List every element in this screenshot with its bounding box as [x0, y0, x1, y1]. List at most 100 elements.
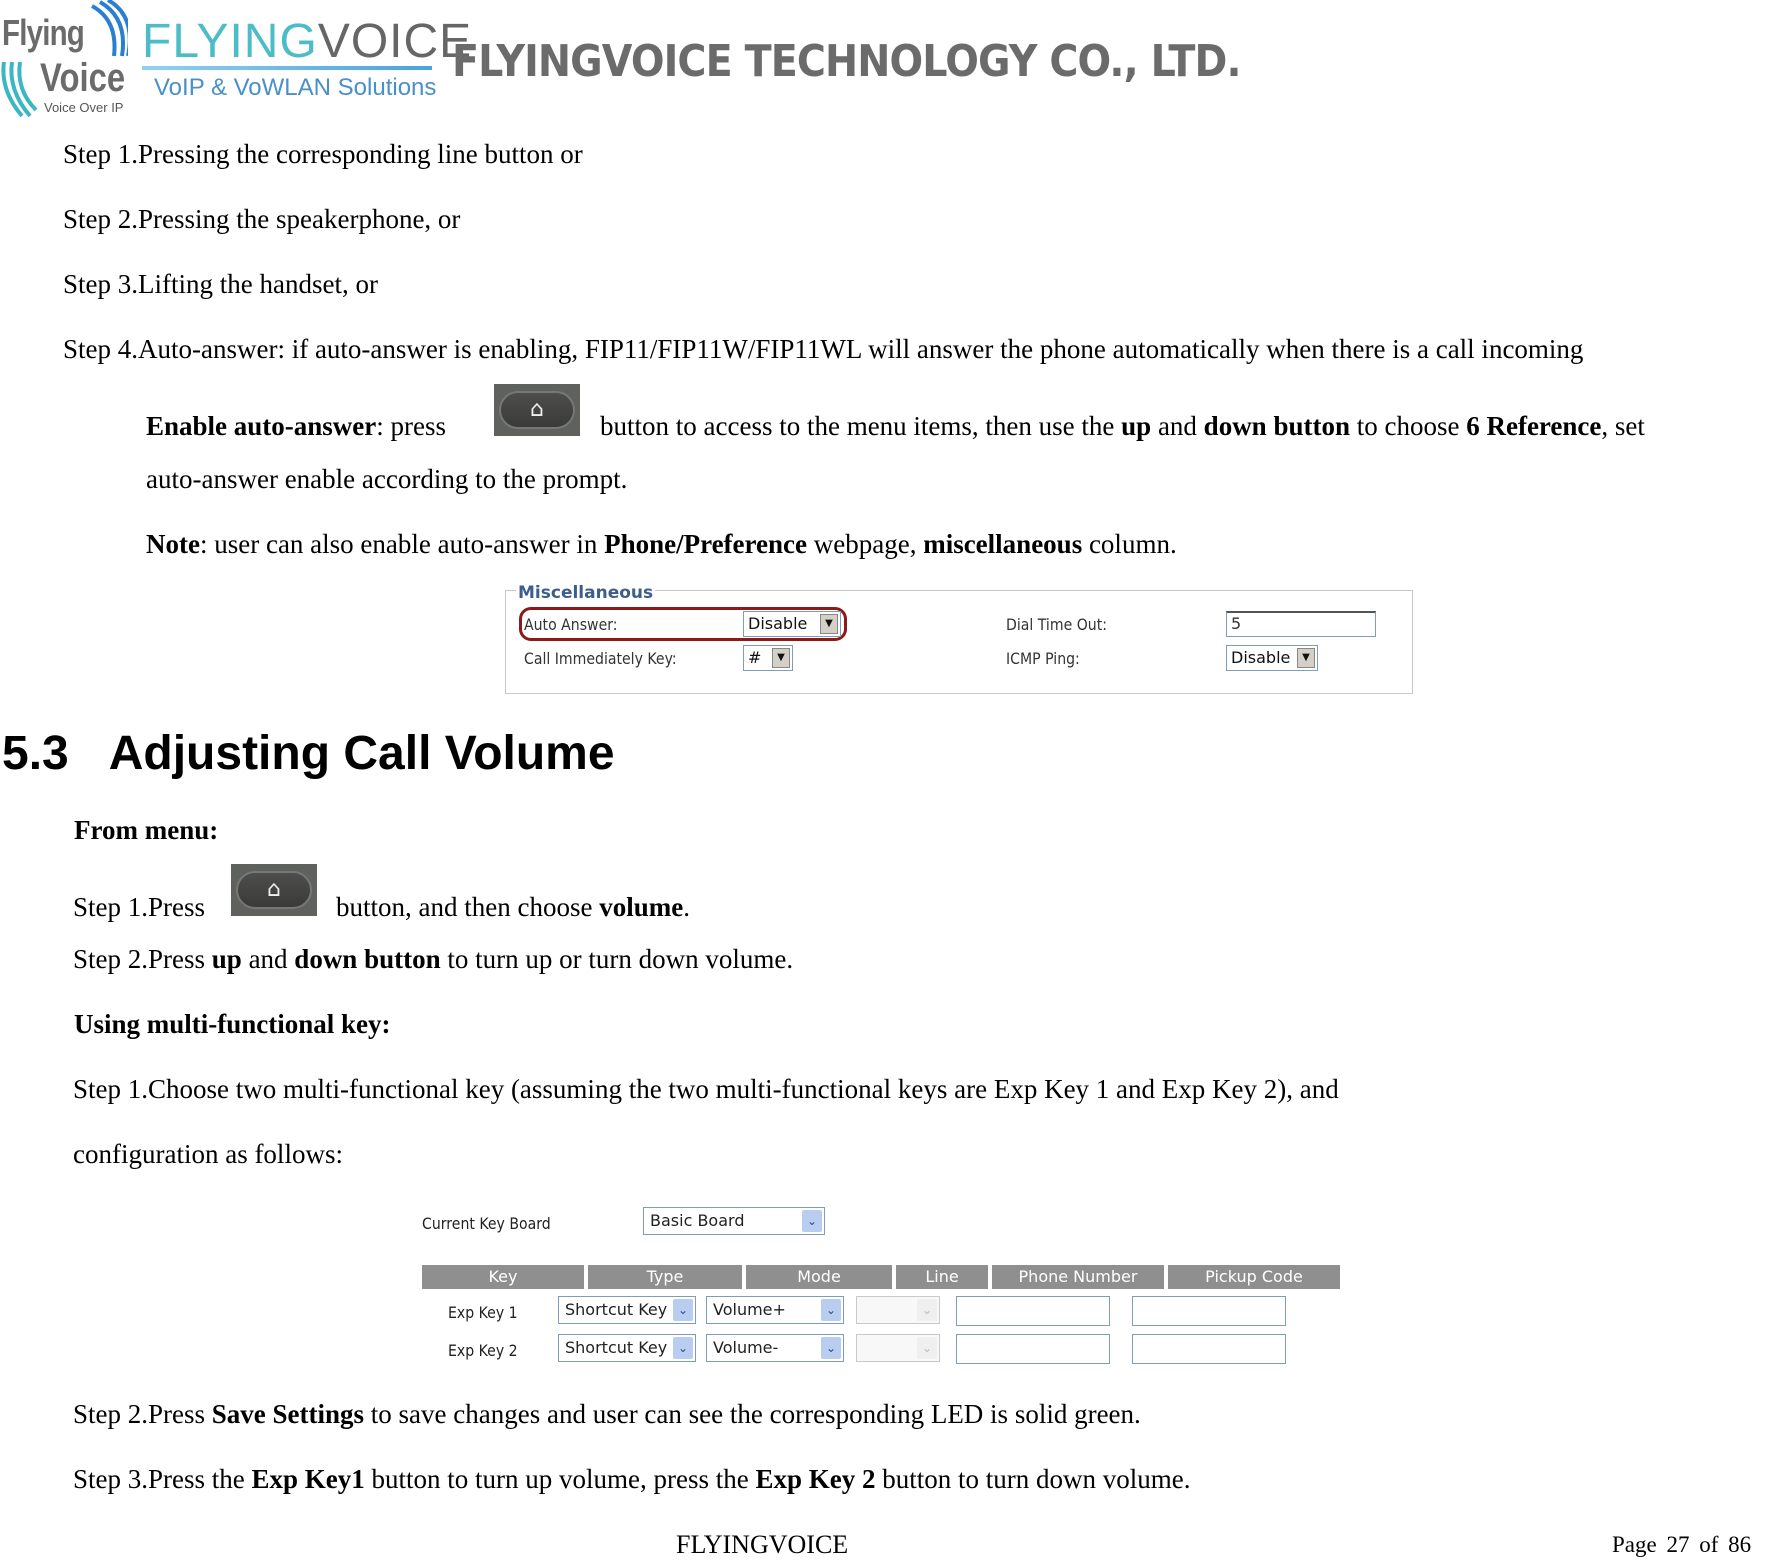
row2-type-select[interactable]: Shortcut Key ⌄ [558, 1334, 696, 1362]
section-title: Adjusting Call Volume [108, 727, 615, 780]
text: Step 2.Press [73, 944, 206, 974]
after-step-3: Step 3.Press the Exp Key1 button to turn… [73, 1463, 1190, 1495]
column-header-line: Line [896, 1265, 988, 1289]
column-header-type: Type [588, 1265, 742, 1289]
from-menu-step1-b: button, and then choose volume. [336, 891, 690, 923]
reference-keyword: 6 Reference [1466, 411, 1602, 441]
row1-type-value: Shortcut Key [565, 1300, 668, 1319]
text: : press [376, 411, 447, 441]
row2-key: Exp Key 2 [448, 1341, 518, 1360]
icmp-ping-label: ICMP Ping: [1006, 649, 1080, 668]
logo-tagline-voip: VoIP & VoWLAN Solutions [154, 74, 437, 101]
from-menu-step2: Step 2.Press up and down button to turn … [73, 943, 793, 975]
enable-auto-answer-label: Enable auto-answer [146, 411, 377, 441]
save-settings-keyword: Save Settings [211, 1399, 365, 1429]
exp-key1-keyword: Exp Key1 [251, 1464, 365, 1494]
call-immediately-key-label: Call Immediately Key: [524, 649, 677, 668]
row1-mode-select[interactable]: Volume+ ⌄ [706, 1296, 844, 1324]
signal-waves-icon [90, 0, 128, 57]
dial-time-out-input[interactable]: 5 [1226, 611, 1376, 637]
logo-underline [142, 66, 432, 70]
row2-mode-select[interactable]: Volume- ⌄ [706, 1334, 844, 1362]
auto-answer-select[interactable]: Disable ▼ [743, 611, 841, 637]
miscellaneous-keyword: miscellaneous [923, 529, 1083, 559]
row1-phone-number-input[interactable] [956, 1296, 1110, 1326]
row2-line-select[interactable]: ⌄ [856, 1334, 940, 1362]
column-header-mode: Mode [746, 1265, 892, 1289]
text: webpage, [813, 529, 917, 559]
brand-gray: VOICE [317, 15, 473, 68]
down-button-keyword: down button [1203, 411, 1350, 441]
answer-step-4: Step 4.Auto-answer: if auto-answer is en… [63, 334, 1584, 364]
home-icon: ⌂ [530, 397, 544, 422]
enable-auto-answer-line2: auto-answer enable according to the prom… [146, 464, 628, 494]
key-board-config: Current Key Board Basic Board ⌄ Key Type… [410, 1200, 1340, 1370]
call-immediately-key-value: # [748, 648, 762, 667]
dropdown-arrow-icon: ▼ [1297, 648, 1315, 668]
up-keyword: up [1121, 411, 1152, 441]
panel-legend: Miscellaneous [516, 583, 656, 603]
enable-auto-answer-line1: Enable auto-answer: press [146, 410, 446, 442]
text: button to turn down volume. [882, 1464, 1191, 1494]
text: Step 3.Press the [73, 1464, 245, 1494]
up-keyword: up [211, 944, 242, 974]
text: and [1157, 411, 1197, 441]
column-header-phone-number: Phone Number [992, 1265, 1164, 1289]
from-menu-heading: From menu: [74, 815, 219, 845]
volume-keyword: volume [599, 892, 684, 922]
after-step-2: Step 2.Press Save Settings to save chang… [73, 1398, 1141, 1430]
section-number: 5.3 [2, 727, 69, 780]
logo-word-voice: Voice [40, 56, 126, 100]
row1-pickup-code-input[interactable] [1132, 1296, 1286, 1326]
text: column. [1088, 529, 1177, 559]
multi-key-step1-line2: configuration as follows: [73, 1139, 343, 1169]
down-button-keyword: down button [294, 944, 441, 974]
miscellaneous-panel: Miscellaneous Auto Answer: Disable ▼ Cal… [505, 583, 1413, 694]
dropdown-arrow-icon: ⌄ [821, 1337, 841, 1359]
page-number: Page 27 of 86 [1612, 1532, 1751, 1558]
flyingvoice-logo-right: FLYINGVOICE VoIP & VoWLAN Solutions [142, 14, 471, 114]
row1-line-select[interactable]: ⌄ [856, 1296, 940, 1324]
dial-time-out-label: Dial Time Out: [1006, 615, 1107, 634]
footer-brand: FLYINGVOICE [676, 1530, 849, 1559]
text: button to turn up volume, press the [371, 1464, 749, 1494]
icmp-ping-select[interactable]: Disable ▼ [1226, 645, 1318, 671]
call-immediately-key-select[interactable]: # ▼ [743, 645, 793, 671]
row2-pickup-code-input[interactable] [1132, 1334, 1286, 1364]
dropdown-arrow-icon: ⌄ [917, 1299, 937, 1321]
of-label: of [1699, 1532, 1719, 1557]
current-key-board-label: Current Key Board [422, 1214, 551, 1233]
company-name: FLYINGVOICE TECHNOLOGY CO., LTD. [452, 36, 1242, 87]
multi-key-step1-line1: Step 1.Choose two multi-functional key (… [73, 1074, 1339, 1104]
text: , set [1601, 411, 1645, 441]
text: : user can also enable auto-answer in [199, 529, 598, 559]
column-header-pickup-code: Pickup Code [1168, 1265, 1340, 1289]
current-key-board-select[interactable]: Basic Board ⌄ [643, 1207, 825, 1235]
from-menu-step1-a: Step 1.Press [73, 892, 206, 922]
note-line: Note: user can also enable auto-answer i… [146, 528, 1177, 560]
dropdown-arrow-icon: ⌄ [673, 1337, 693, 1359]
multi-key-heading: Using multi-functional key: [74, 1009, 391, 1039]
current-key-board-value: Basic Board [650, 1211, 745, 1230]
text: button, and then choose [336, 892, 593, 922]
row1-key: Exp Key 1 [448, 1303, 518, 1322]
phone-preference-keyword: Phone/Preference [604, 529, 807, 559]
dropdown-arrow-icon: ▼ [820, 614, 838, 634]
text: Step 2.Press [73, 1399, 206, 1429]
page-label: Page [1612, 1532, 1657, 1557]
row1-type-select[interactable]: Shortcut Key ⌄ [558, 1296, 696, 1324]
dropdown-arrow-icon: ⌄ [917, 1337, 937, 1359]
enable-auto-answer-line1-rest: button to access to the menu items, then… [600, 410, 1645, 442]
row2-type-value: Shortcut Key [565, 1338, 668, 1357]
icmp-ping-value: Disable [1231, 648, 1291, 667]
answer-step-3: Step 3.Lifting the handset, or [63, 269, 378, 299]
dropdown-arrow-icon: ⌄ [802, 1210, 822, 1232]
exp-key2-keyword: Exp Key 2 [755, 1464, 876, 1494]
text: to turn up or turn down volume. [447, 944, 794, 974]
dropdown-arrow-icon: ▼ [772, 648, 790, 668]
note-label: Note [146, 529, 200, 559]
text: button to access to the menu items, then… [600, 411, 1115, 441]
row2-phone-number-input[interactable] [956, 1334, 1110, 1364]
total-pages: 86 [1728, 1532, 1752, 1557]
column-header-key: Key [422, 1265, 584, 1289]
